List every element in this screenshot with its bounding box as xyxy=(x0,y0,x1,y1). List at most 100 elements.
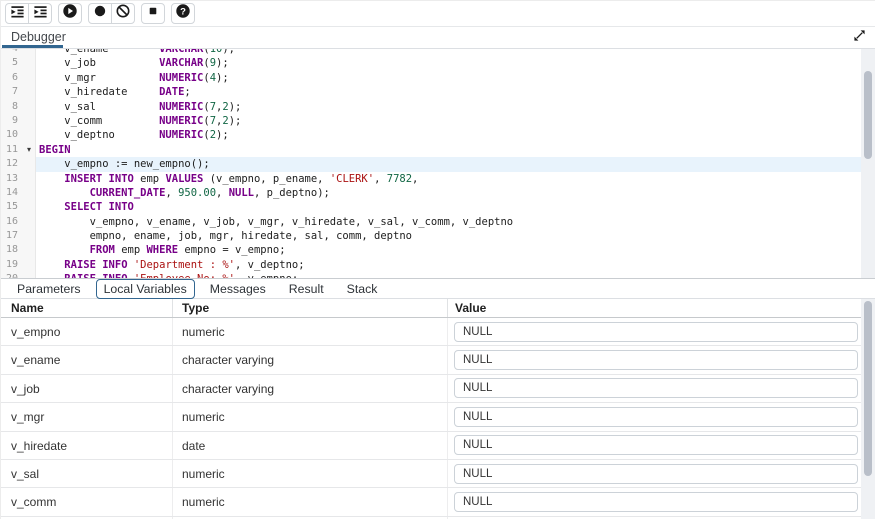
step-into-icon xyxy=(10,4,25,24)
line-number[interactable]: 6 xyxy=(1,71,23,85)
code-text[interactable]: v_ename VARCHAR(10); xyxy=(36,49,235,56)
variable-type-cell: numeric xyxy=(173,403,448,430)
variable-value-input[interactable] xyxy=(454,492,858,512)
fold-gutter xyxy=(23,71,36,85)
code-text[interactable]: SELECT INTO xyxy=(36,200,134,214)
panel-scrollbar[interactable] xyxy=(861,299,875,519)
fold-arrow-icon[interactable]: ▾ xyxy=(23,143,36,157)
variable-name-cell: v_ename xyxy=(1,346,173,373)
code-line-14[interactable]: 14 CURRENT_DATE, 950.00, NULL, p_deptno)… xyxy=(1,186,862,200)
code-text[interactable]: v_comm NUMERIC(7,2); xyxy=(36,114,241,128)
line-number[interactable]: 7 xyxy=(1,85,23,99)
svg-text:?: ? xyxy=(180,6,186,17)
code-line-8[interactable]: 8 v_sal NUMERIC(7,2); xyxy=(1,100,862,114)
code-line-19[interactable]: 19 RAISE INFO 'Department : %', v_deptno… xyxy=(1,258,862,272)
code-text[interactable]: FROM emp WHERE empno = v_empno; xyxy=(36,243,286,257)
fold-gutter xyxy=(23,186,36,200)
ban-icon xyxy=(115,3,131,24)
code-text[interactable]: empno, ename, job, mgr, hiredate, sal, c… xyxy=(36,229,412,243)
variables-table: Name Type Value v_empnonumericv_enamecha… xyxy=(1,299,862,519)
panel-tab-result[interactable]: Result xyxy=(281,279,332,299)
code-line-15[interactable]: 15 SELECT INTO xyxy=(1,200,862,214)
code-line-5[interactable]: 5 v_job VARCHAR(9); xyxy=(1,56,862,70)
clear-all-breakpoints-button[interactable] xyxy=(111,3,135,24)
help-button[interactable]: ? xyxy=(171,3,195,24)
variable-value-cell xyxy=(448,318,862,345)
variable-type-cell: character varying xyxy=(173,375,448,402)
line-number[interactable]: 14 xyxy=(1,186,23,200)
code-text[interactable]: v_job VARCHAR(9); xyxy=(36,56,229,70)
code-text[interactable]: INSERT INTO emp VALUES (v_empno, p_ename… xyxy=(36,172,418,186)
variable-type-cell: numeric xyxy=(173,488,448,515)
code-line-16[interactable]: 16 v_empno, v_ename, v_job, v_mgr, v_hir… xyxy=(1,215,862,229)
code-text[interactable]: v_empno := new_empno(); xyxy=(36,157,210,171)
panel-tab-stack[interactable]: Stack xyxy=(339,279,386,299)
line-number[interactable]: 13 xyxy=(1,172,23,186)
scrollbar-thumb[interactable] xyxy=(864,301,872,476)
step-over-button[interactable] xyxy=(28,3,52,24)
step-over-icon xyxy=(33,4,48,24)
code-editor[interactable]: 4 v_ename VARCHAR(10);5 v_job VARCHAR(9)… xyxy=(1,49,862,278)
code-line-13[interactable]: 13 INSERT INTO emp VALUES (v_empno, p_en… xyxy=(1,172,862,186)
line-number[interactable]: 11 xyxy=(1,143,23,157)
code-text[interactable]: BEGIN xyxy=(36,143,71,157)
code-text[interactable]: v_deptno NUMERIC(2); xyxy=(36,128,229,142)
variable-value-cell xyxy=(448,432,862,459)
code-text[interactable]: CURRENT_DATE, 950.00, NULL, p_deptno); xyxy=(36,186,330,200)
editor-expand-button[interactable] xyxy=(851,30,867,46)
code-line-10[interactable]: 10 v_deptno NUMERIC(2); xyxy=(1,128,862,142)
line-number[interactable]: 9 xyxy=(1,114,23,128)
continue-button[interactable] xyxy=(58,3,82,24)
code-line-18[interactable]: 18 FROM emp WHERE empno = v_empno; xyxy=(1,243,862,257)
panel-tab-parameters[interactable]: Parameters xyxy=(9,279,89,299)
code-line-17[interactable]: 17 empno, ename, job, mgr, hiredate, sal… xyxy=(1,229,862,243)
code-line-11[interactable]: 11▾BEGIN xyxy=(1,143,862,157)
line-number[interactable]: 19 xyxy=(1,258,23,272)
code-line-6[interactable]: 6 v_mgr NUMERIC(4); xyxy=(1,71,862,85)
step-into-button[interactable] xyxy=(5,3,29,24)
line-number[interactable]: 16 xyxy=(1,215,23,229)
line-number[interactable]: 8 xyxy=(1,100,23,114)
scrollbar-thumb[interactable] xyxy=(864,71,872,159)
panel-tab-messages[interactable]: Messages xyxy=(202,279,274,299)
variable-value-input[interactable] xyxy=(454,407,858,427)
table-row: v_salnumeric xyxy=(1,460,862,488)
panel-tab-local-variables[interactable]: Local Variables xyxy=(96,279,195,299)
code-text[interactable]: RAISE INFO 'Department : %', v_deptno; xyxy=(36,258,305,272)
line-number[interactable]: 15 xyxy=(1,200,23,214)
stop-button[interactable] xyxy=(141,3,165,24)
code-line-7[interactable]: 7 v_hiredate DATE; xyxy=(1,85,862,99)
toggle-breakpoint-button[interactable] xyxy=(88,3,112,24)
variable-value-cell xyxy=(448,460,862,487)
code-text[interactable]: v_sal NUMERIC(7,2); xyxy=(36,100,241,114)
code-line-12[interactable]: 12 v_empno := new_empno(); xyxy=(1,157,862,171)
code-lines: 4 v_ename VARCHAR(10);5 v_job VARCHAR(9)… xyxy=(1,49,862,278)
code-line-9[interactable]: 9 v_comm NUMERIC(7,2); xyxy=(1,114,862,128)
line-number[interactable]: 18 xyxy=(1,243,23,257)
line-number[interactable]: 5 xyxy=(1,56,23,70)
code-text[interactable]: v_mgr NUMERIC(4); xyxy=(36,71,229,85)
continue-button-group xyxy=(58,3,82,24)
code-line-4[interactable]: 4 v_ename VARCHAR(10); xyxy=(1,49,862,56)
variable-value-input[interactable] xyxy=(454,435,858,455)
column-header-value: Value xyxy=(448,299,862,317)
code-text[interactable]: v_hiredate DATE; xyxy=(36,85,191,99)
variable-value-cell xyxy=(448,488,862,515)
line-number[interactable]: 10 xyxy=(1,128,23,142)
line-number[interactable]: 17 xyxy=(1,229,23,243)
help-button-group: ? xyxy=(171,3,195,24)
editor-scrollbar[interactable] xyxy=(861,49,875,278)
code-text[interactable]: v_empno, v_ename, v_job, v_mgr, v_hireda… xyxy=(36,215,513,229)
stop-square-icon xyxy=(145,3,161,24)
document-tabbar: Debugger xyxy=(1,27,875,49)
variable-value-input[interactable] xyxy=(454,378,858,398)
line-number[interactable]: 4 xyxy=(1,49,23,56)
fold-gutter xyxy=(23,172,36,186)
variable-value-input[interactable] xyxy=(454,322,858,342)
line-number[interactable]: 12 xyxy=(1,157,23,171)
variable-value-input[interactable] xyxy=(454,464,858,484)
fold-gutter xyxy=(23,85,36,99)
question-circle-icon: ? xyxy=(175,3,191,24)
panel-tabs: Parameters Local Variables Messages Result S… xyxy=(9,279,392,299)
variable-value-input[interactable] xyxy=(454,350,858,370)
